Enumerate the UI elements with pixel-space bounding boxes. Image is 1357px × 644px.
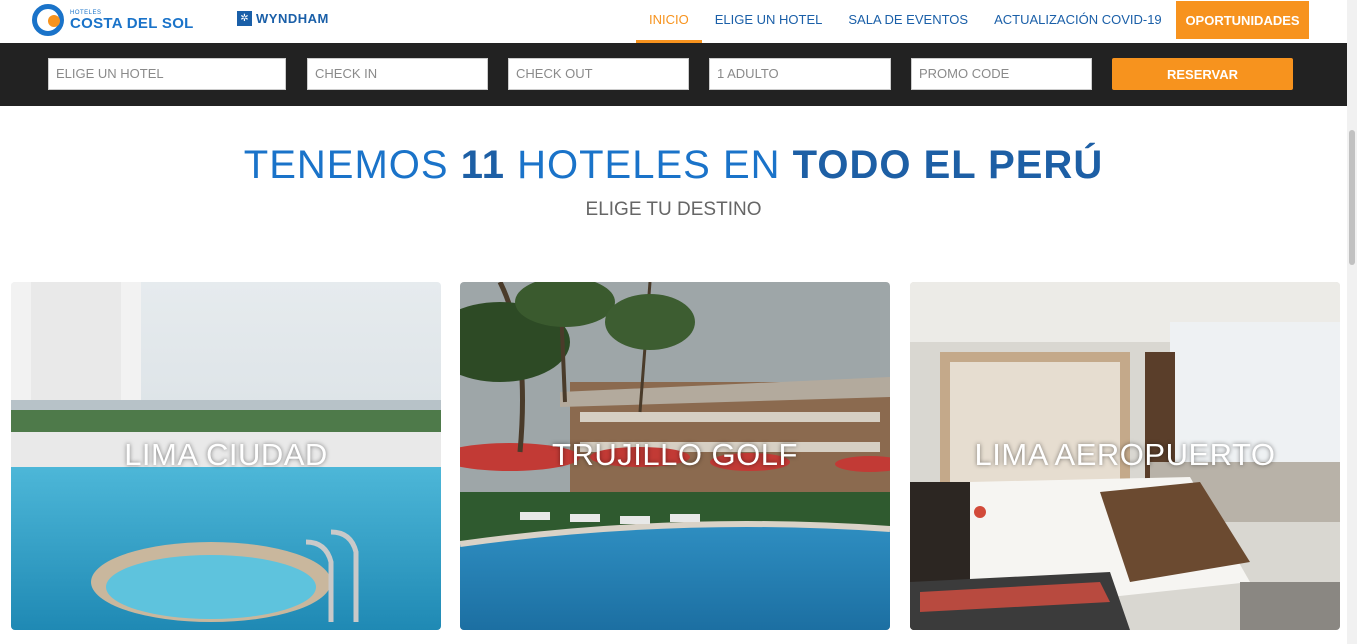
hotel-card-lima-ciudad[interactable]: LIMA CIUDAD — [11, 282, 441, 630]
booking-bar: ELIGE UN HOTEL CHECK IN CHECK OUT 1 ADUL… — [0, 43, 1347, 106]
main-nav: INICIO ELIGE UN HOTEL SALA DE EVENTOS AC… — [636, 0, 1175, 43]
oportunidades-button[interactable]: OPORTUNIDADES — [1176, 1, 1309, 39]
card-title: TRUJILLO GOLF — [552, 437, 798, 472]
nav-inicio[interactable]: INICIO — [636, 0, 702, 43]
headline-part-1: TENEMOS — [243, 143, 461, 187]
page-subtitle: ELIGE TU DESTINO — [585, 199, 762, 220]
logo-main-text: COSTA DEL SOL — [70, 14, 194, 32]
headline-count: 11 — [460, 143, 505, 187]
promo-code-input[interactable]: PROMO CODE — [911, 58, 1092, 90]
card-title: LIMA CIUDAD — [124, 437, 328, 472]
headline-part-3: HOTELES EN — [505, 143, 793, 187]
headline-region: TODO EL PERÚ — [792, 143, 1104, 187]
guests-select[interactable]: 1 ADULTO — [709, 58, 891, 90]
scrollbar[interactable] — [1347, 0, 1357, 644]
wyndham-text: WYNDHAM — [256, 11, 329, 26]
wyndham-logo[interactable]: ✲ WYNDHAM — [237, 11, 329, 26]
nav-sala-de-eventos[interactable]: SALA DE EVENTOS — [835, 0, 981, 43]
hotel-card-trujillo-golf[interactable]: TRUJILLO GOLF — [460, 282, 890, 630]
hotel-card-lima-aeropuerto[interactable]: LIMA AEROPUERTO — [910, 282, 1340, 630]
checkout-field[interactable]: CHECK OUT — [508, 58, 689, 90]
nav-actualizacion-covid[interactable]: ACTUALIZACIÓN COVID-19 — [981, 0, 1175, 43]
scrollbar-thumb[interactable] — [1349, 130, 1355, 265]
page-headline: TENEMOS 11 HOTELES EN TODO EL PERÚ — [0, 143, 1347, 188]
costa-del-sol-logo[interactable]: HOTELES COSTA DEL SOL — [32, 4, 194, 36]
nav-elige-un-hotel[interactable]: ELIGE UN HOTEL — [702, 0, 836, 43]
hotel-select[interactable]: ELIGE UN HOTEL — [48, 58, 286, 90]
site-header: HOTELES COSTA DEL SOL ✲ WYNDHAM INICIO E… — [0, 0, 1347, 43]
checkin-field[interactable]: CHECK IN — [307, 58, 488, 90]
wyndham-icon: ✲ — [237, 11, 252, 26]
logo-mark-icon — [32, 4, 64, 36]
card-title: LIMA AEROPUERTO — [974, 437, 1276, 472]
reservar-button[interactable]: RESERVAR — [1112, 58, 1293, 90]
